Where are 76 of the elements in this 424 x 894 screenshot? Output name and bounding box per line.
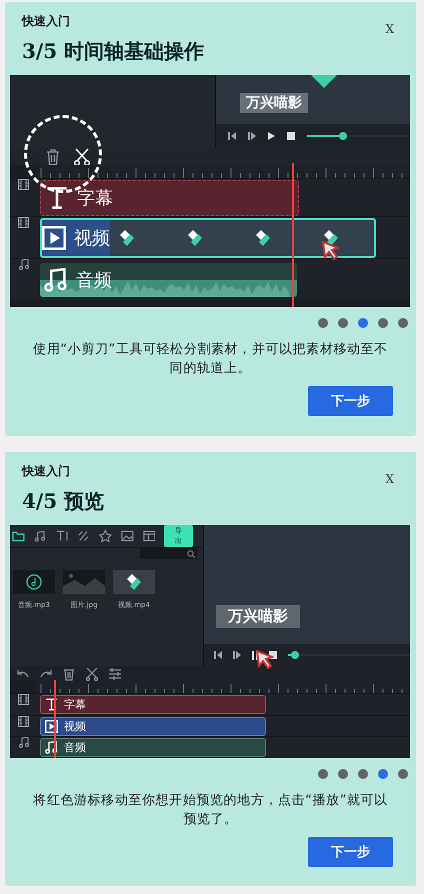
- description: 将红色游标移动至你想开始预览的地方，点击“播放”就可以预览了。: [32, 792, 389, 829]
- page-dot[interactable]: [398, 769, 408, 779]
- dialog-header: 快速入门: [20, 463, 71, 478]
- video-clip[interactable]: 视频: [40, 716, 266, 736]
- play-box-icon: [42, 226, 66, 250]
- play-icon[interactable]: [268, 132, 275, 140]
- page-dot[interactable]: [338, 318, 348, 328]
- page-dot[interactable]: [378, 769, 388, 779]
- close-button[interactable]: X: [385, 472, 394, 486]
- step-title: 3/5 时间轴基础操作: [22, 38, 206, 64]
- search-field[interactable]: [140, 548, 197, 559]
- page-dot[interactable]: [358, 318, 368, 328]
- preview-caption: 万兴喵影: [216, 605, 300, 628]
- next-button[interactable]: 下一步: [308, 386, 393, 416]
- clip-label: 音频: [64, 740, 86, 756]
- film-icon: [18, 179, 29, 190]
- page-dot[interactable]: [318, 769, 328, 779]
- film-icon: [18, 694, 29, 706]
- adjust-icon[interactable]: [108, 666, 122, 681]
- text-icon: [45, 186, 69, 210]
- step-title: 4/5 预览: [22, 488, 106, 514]
- play-box-icon: [45, 720, 58, 733]
- page-dot[interactable]: [318, 318, 328, 328]
- effects-icon[interactable]: [99, 529, 112, 543]
- audio-clip[interactable]: 音频: [40, 738, 266, 758]
- video-clip[interactable]: 视频: [40, 218, 376, 258]
- page-dot[interactable]: [378, 318, 388, 328]
- music-note-icon: [44, 268, 68, 292]
- music-note-icon: [45, 741, 58, 754]
- description: 使用“小剪刀”工具可轻松分割素材，并可以把素材移动至不同的轨道上。: [32, 341, 389, 378]
- clip-label: 视频: [64, 718, 86, 734]
- preview-caption: 万兴喵影: [240, 92, 308, 112]
- clip-label: 字幕: [64, 697, 86, 712]
- film-icon: [18, 217, 29, 228]
- previous-frame-icon[interactable]: [228, 132, 236, 140]
- keyframe-icon: [120, 230, 134, 246]
- folder-icon[interactable]: [12, 529, 25, 543]
- keyframe-icon: [324, 230, 338, 246]
- subtitle-clip[interactable]: 字幕: [40, 180, 299, 216]
- cursor-icon: [322, 241, 340, 261]
- film-icon: [18, 716, 29, 727]
- text-icon: [45, 698, 58, 712]
- clip-label: 视频: [74, 226, 110, 250]
- music-note-icon: [18, 259, 28, 270]
- next-button[interactable]: 下一步: [308, 837, 393, 867]
- scissors-icon[interactable]: [74, 148, 90, 166]
- triangle-marker-icon: [311, 75, 337, 88]
- keyframe-icon: [256, 230, 270, 246]
- clip-label: 音频: [76, 268, 112, 292]
- page-dot[interactable]: [358, 769, 368, 779]
- text-icon[interactable]: [56, 529, 68, 543]
- music-note-icon: [18, 737, 28, 748]
- clip-label: 字幕: [77, 186, 113, 210]
- previous-frame-icon[interactable]: [214, 651, 222, 659]
- search-icon[interactable]: [187, 550, 195, 558]
- layout-icon[interactable]: [142, 529, 156, 543]
- music-disc-icon: [26, 574, 42, 590]
- subtitle-clip[interactable]: 字幕: [40, 695, 266, 714]
- keyframe-icon: [127, 574, 141, 590]
- trash-icon[interactable]: [62, 666, 76, 681]
- close-button[interactable]: X: [385, 22, 394, 36]
- next-frame-icon[interactable]: [233, 651, 241, 659]
- trash-icon[interactable]: [46, 148, 60, 164]
- next-frame-icon[interactable]: [248, 132, 256, 140]
- image-icon[interactable]: [120, 529, 134, 543]
- page-dot[interactable]: [338, 769, 348, 779]
- music-note-icon[interactable]: [34, 529, 46, 543]
- video-thumbnail[interactable]: [113, 570, 155, 594]
- image-thumbnail[interactable]: [63, 570, 105, 594]
- cursor-icon: [256, 650, 274, 670]
- keyframe-icon: [188, 230, 202, 246]
- transition-icon[interactable]: [77, 529, 90, 543]
- page-dot[interactable]: [398, 318, 408, 328]
- dialog-header: 快速入门: [20, 13, 71, 28]
- audio-thumbnail[interactable]: [13, 570, 55, 594]
- audio-clip[interactable]: 音频: [40, 262, 297, 296]
